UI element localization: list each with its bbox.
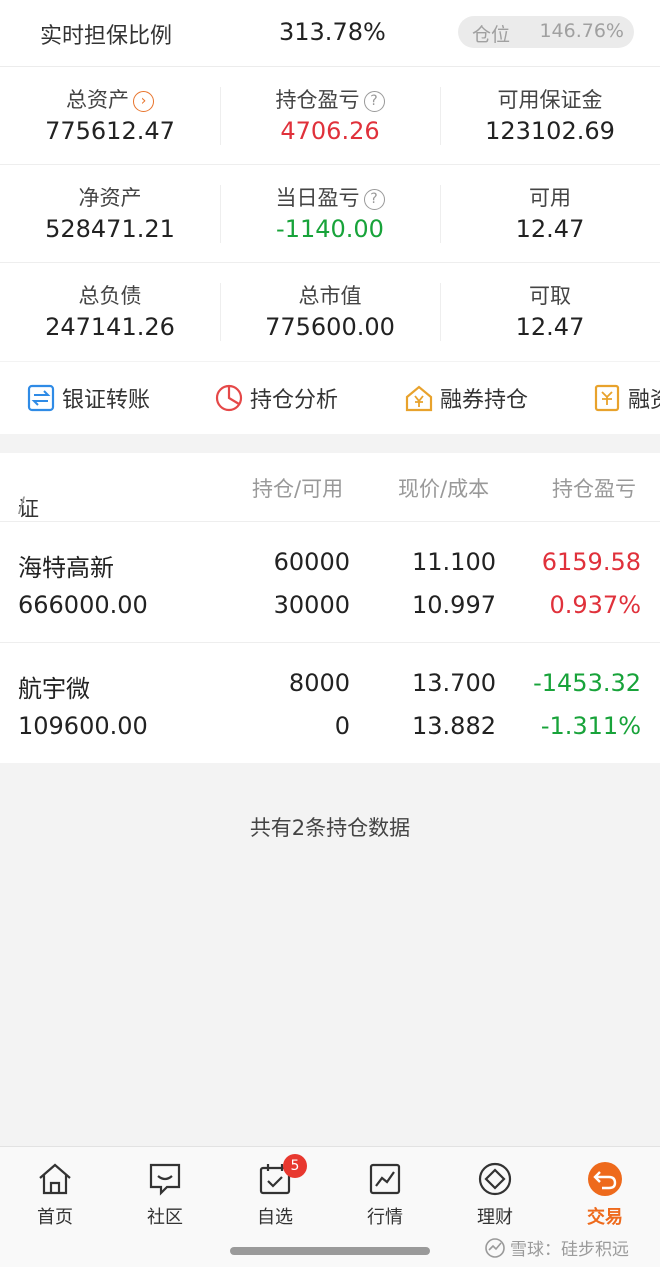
nav-home[interactable]: 首页 [15, 1159, 95, 1229]
daily-pnl-label: 当日盈亏 [275, 186, 360, 210]
position-label: 仓位 [472, 24, 511, 46]
nav-market[interactable]: 行情 [345, 1159, 425, 1229]
total-market-value-value: 775600.00 [265, 313, 395, 341]
cost-price: 10.997 [412, 591, 496, 619]
margin-ratio-value: 313.78% [279, 18, 386, 46]
net-assets-label: 净资产 [78, 186, 142, 210]
quick-action-label: 融资 [628, 388, 660, 413]
position-pnl-percent: -1.311% [540, 712, 641, 740]
daily-pnl-value: -1140.00 [276, 215, 384, 243]
position-pnl-cell: 持仓盈亏? 4706.26 [220, 67, 440, 164]
chat-icon [149, 1163, 181, 1196]
yen-document-icon [594, 384, 620, 412]
available-margin-label: 可用保证金 [497, 88, 603, 112]
total-market-value-cell: 总市值 775600.00 [220, 263, 440, 360]
current-price: 13.700 [412, 669, 496, 697]
snowball-logo-icon [485, 1237, 505, 1258]
total-assets-value: 775612.47 [45, 117, 175, 145]
nav-label: 理财 [477, 1207, 513, 1228]
nav-trade[interactable]: 交易 [565, 1159, 645, 1229]
security-name: 航宇微 [18, 675, 90, 703]
watermark: 雪球：硅步积远 [484, 1235, 629, 1260]
quick-action-bank-transfer[interactable]: 银证转账 [26, 381, 150, 415]
holding-qty: 60000 [273, 548, 350, 576]
diamond-icon [478, 1162, 512, 1196]
market-value: 666000.00 [18, 591, 148, 619]
market-value: 109600.00 [18, 712, 148, 740]
summary-row-1: 总资产 › 775612.47 持仓盈亏? 4706.26 可用保证金 12310… [0, 67, 660, 165]
summary-row-3: 总负债 247141.26 总市值 775600.00 可取 12.47 [0, 263, 660, 360]
position-value: 146.76% [539, 20, 624, 42]
available-cell: 可用 12.47 [440, 165, 660, 262]
withdrawable-label: 可取 [529, 284, 571, 308]
nav-label: 行情 [367, 1207, 403, 1228]
nav-label: 社区 [147, 1207, 183, 1228]
total-assets-cell[interactable]: 总资产 › 775612.47 [0, 67, 220, 164]
help-icon[interactable]: ? [363, 189, 385, 210]
total-liabilities-value: 247141.26 [45, 313, 175, 341]
daily-pnl-cell: 当日盈亏? -1140.00 [220, 165, 440, 262]
price-column-header[interactable]: 现价/成本 [398, 473, 489, 503]
holding-qty: 8000 [288, 669, 350, 697]
margin-ratio-label: 实时担保比例 [40, 24, 173, 49]
available-value: 12.47 [515, 215, 585, 243]
withdrawable-value: 12.47 [515, 313, 585, 341]
available-margin-value: 123102.69 [485, 117, 615, 145]
total-liabilities-label: 总负债 [78, 284, 142, 308]
quick-action-label: 持仓分析 [250, 388, 339, 413]
position-pnl-value: 4706.26 [280, 117, 380, 145]
net-assets-cell: 净资产 528471.21 [0, 165, 220, 262]
holding-row[interactable]: 航宇微 109600.00 8000 0 13.700 13.882 -1453… [0, 643, 660, 763]
nav-wealth[interactable]: 理财 [455, 1159, 535, 1229]
quick-action-position-analysis[interactable]: 持仓分析 [214, 381, 338, 415]
nav-label: 首页 [37, 1207, 73, 1228]
margin-ratio-bar: 实时担保比例 313.78% 仓位 146.76% [0, 0, 660, 67]
transfer-icon [27, 384, 55, 412]
holdings-count-text: 共有2条持仓数据 [249, 816, 411, 840]
total-market-value-label: 总市值 [298, 284, 362, 308]
available-qty: 30000 [273, 591, 350, 619]
holding-column-header[interactable]: 持仓/可用 [252, 473, 343, 503]
quick-actions-bar: 银证转账 持仓分析 融券持仓 融资 [0, 362, 660, 434]
holdings-table-header: 证券/市值 持仓/可用 现价/成本 持仓盈亏 [0, 453, 660, 575]
available-qty: 0 [334, 712, 350, 740]
nav-label: 自选 [257, 1207, 293, 1228]
quick-action-label: 银证转账 [62, 388, 151, 413]
chevron-right-icon[interactable]: › [133, 91, 154, 112]
total-liabilities-cell: 总负债 247141.26 [0, 263, 220, 360]
home-icon [39, 1163, 71, 1195]
total-assets-label: 总资产 [66, 88, 129, 112]
trade-icon [588, 1162, 622, 1196]
pnl-column-header[interactable]: 持仓盈亏 [552, 473, 636, 503]
security-name: 海特高新 [18, 554, 114, 582]
home-indicator[interactable] [230, 1247, 430, 1255]
pie-chart-icon [215, 384, 243, 412]
current-price: 11.100 [412, 548, 496, 576]
summary-row-2: 净资产 528471.21 当日盈亏? -1140.00 可用 12.47 [0, 165, 660, 263]
notification-badge: 5 [283, 1154, 307, 1178]
watermark-text: 雪球：硅步积远 [510, 1240, 629, 1260]
position-pnl: -1453.32 [533, 669, 641, 697]
withdrawable-cell: 可取 12.47 [440, 263, 660, 360]
house-yen-icon [405, 385, 433, 412]
nav-watchlist[interactable]: 5 自选 [235, 1154, 315, 1229]
position-pill: 仓位 146.76% [458, 16, 634, 48]
account-summary-grid: 总资产 › 775612.47 持仓盈亏? 4706.26 可用保证金 12310… [0, 67, 660, 361]
position-pnl-percent: 0.937% [549, 591, 641, 619]
cost-price: 13.882 [412, 712, 496, 740]
nav-community[interactable]: 社区 [125, 1159, 205, 1229]
available-label: 可用 [529, 186, 571, 210]
position-pnl: 6159.58 [541, 548, 641, 576]
quick-action-margin-financing[interactable]: 融资 [592, 381, 660, 415]
net-assets-value: 528471.21 [45, 215, 175, 243]
market-chart-icon [369, 1163, 401, 1195]
quick-action-label: 融券持仓 [440, 388, 529, 413]
nav-label: 交易 [587, 1207, 623, 1228]
available-margin-cell: 可用保证金 123102.69 [440, 67, 660, 164]
help-icon[interactable]: ? [363, 91, 385, 112]
holding-row[interactable]: 海特高新 666000.00 60000 30000 11.100 10.997… [0, 522, 660, 643]
quick-action-securities-lending[interactable]: 融券持仓 [404, 381, 528, 415]
position-pnl-label: 持仓盈亏 [275, 88, 360, 112]
